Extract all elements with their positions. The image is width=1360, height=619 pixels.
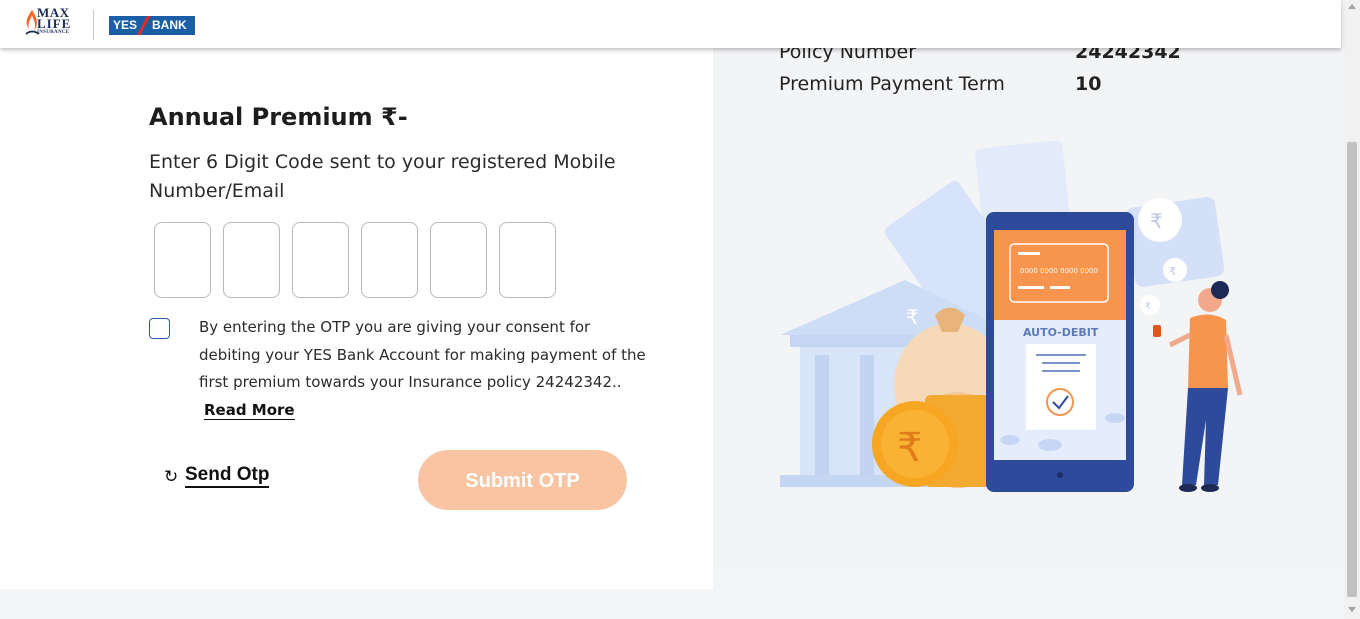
annual-premium-heading: Annual Premium ₹- [149,103,408,131]
auto-debit-label: AUTO-DEBIT [1023,326,1099,339]
otp-instruction: Enter 6 Digit Code sent to your register… [149,151,616,202]
premium-term-value: 10 [1075,73,1102,95]
vertical-scrollbar[interactable] [1344,0,1360,619]
maxlife-wordmark: MAX LIFE INSURANCE [37,5,72,35]
otp-digit-3[interactable] [292,222,349,298]
read-more-link[interactable]: Read More [204,401,295,420]
maxlife-logo[interactable]: MAX LIFE INSURANCE [24,5,78,41]
bottom-strip [0,589,1344,619]
otp-digit-5[interactable] [430,222,487,298]
otp-digit-2[interactable] [223,222,280,298]
floating-rupee-icon-1: ₹ [1150,209,1163,233]
floating-rupee-icon-3: ₹ [1145,302,1151,312]
consent-checkbox[interactable] [149,318,170,339]
scroll-up-arrow-icon[interactable] [1348,4,1356,9]
card-number-text: 0000 0000 0000 0000 [1020,267,1098,275]
scroll-down-arrow-icon[interactable] [1348,607,1356,612]
refresh-icon[interactable]: ↻ [164,467,178,487]
auto-debit-illustration: ₹ ₹ 0000 0000 0000 0000 AUTO-DEBIT ₹ ₹ ₹ [780,140,1243,492]
header: MAX LIFE INSURANCE YES BANK [0,0,1341,48]
yes-bank-slash-icon [136,16,151,35]
submit-otp-button[interactable]: Submit OTP [418,450,627,510]
otp-digit-6[interactable] [499,222,556,298]
scroll-thumb[interactable] [1347,142,1357,597]
send-otp-link[interactable]: Send Otp [185,463,270,488]
premium-term-label: Premium Payment Term [779,73,1005,95]
consent-text: By entering the OTP you are giving your … [199,318,646,391]
coin-rupee-icon: ₹ [897,425,922,471]
otp-digit-1[interactable] [154,222,211,298]
otp-digit-4[interactable] [361,222,418,298]
floating-rupee-icon-2: ₹ [1169,265,1176,278]
header-divider [93,10,94,40]
yes-bank-logo[interactable]: YES BANK [109,16,195,35]
bank-rupee-icon: ₹ [906,305,919,329]
